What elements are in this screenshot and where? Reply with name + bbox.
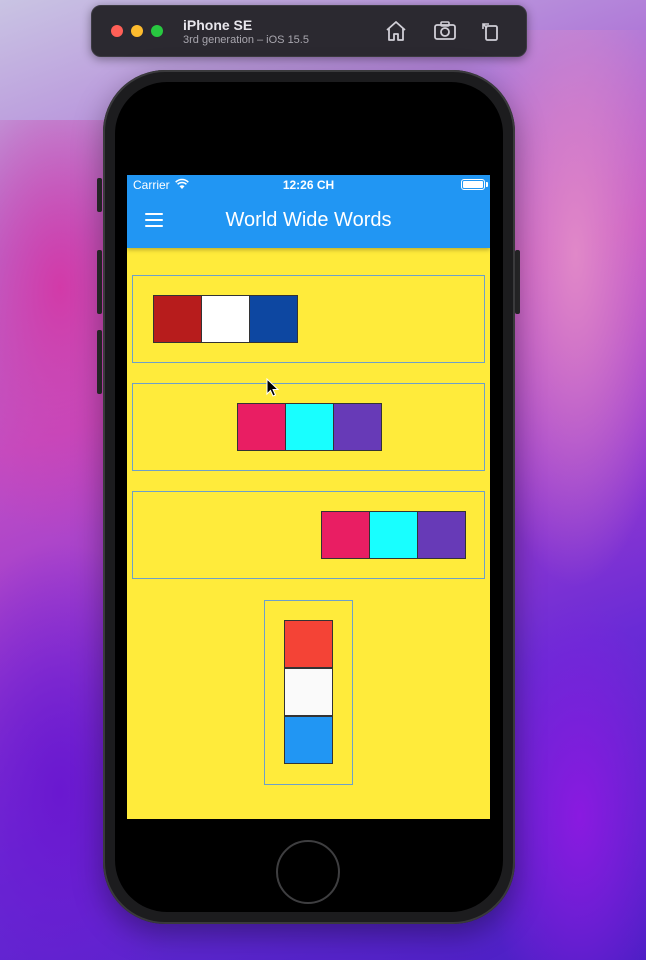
device-name: iPhone SE: [183, 17, 253, 33]
minimize-window-button[interactable]: [131, 25, 143, 37]
status-time: 12:26 CH: [282, 178, 335, 192]
battery-icon: [461, 179, 485, 190]
status-bar: Carrier 12:26 CH: [127, 175, 490, 195]
flag-square: [249, 295, 298, 343]
flag-square: [417, 511, 466, 559]
battery-tip: [486, 182, 488, 187]
flag-square: [333, 403, 382, 451]
flag-square: [237, 403, 286, 451]
flag-row-start: [132, 275, 485, 363]
home-icon[interactable]: [384, 20, 408, 42]
flag-square: [153, 295, 202, 343]
flag-square: [284, 668, 333, 716]
flag-square: [284, 716, 333, 764]
flag-square: [201, 295, 250, 343]
flag-square: [284, 620, 333, 668]
rotate-icon[interactable]: [479, 20, 503, 42]
flag-square: [321, 511, 370, 559]
simulator-toolbar: iPhone SE 3rd generation – iOS 15.5: [91, 5, 527, 57]
device-subtitle: 3rd generation – iOS 15.5: [183, 34, 309, 46]
home-button[interactable]: [276, 840, 340, 904]
mute-switch: [97, 178, 102, 212]
zoom-window-button[interactable]: [151, 25, 163, 37]
flag-square: [285, 403, 334, 451]
app-bar: Carrier 12:26 CH World Wide Words: [127, 175, 490, 248]
flag-square: [369, 511, 418, 559]
flag-column: [264, 600, 353, 785]
app-screen: Carrier 12:26 CH World Wide Words: [127, 175, 490, 819]
flag-row-center: [132, 383, 485, 471]
close-window-button[interactable]: [111, 25, 123, 37]
power-button: [515, 250, 520, 314]
screenshot-icon[interactable]: [433, 20, 457, 42]
mouse-cursor-icon: [266, 378, 280, 397]
volume-down-button: [97, 330, 102, 394]
app-title: World Wide Words: [225, 209, 392, 231]
flag-row-end: [132, 491, 485, 579]
volume-up-button: [97, 250, 102, 314]
